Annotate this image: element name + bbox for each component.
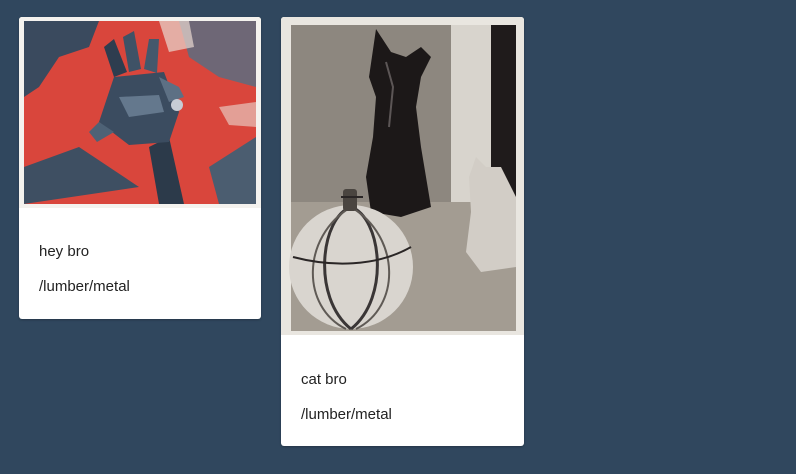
black-cat-illustration bbox=[281, 17, 524, 335]
card-title: hey bro bbox=[39, 243, 90, 260]
zombie-hand-illustration bbox=[19, 17, 261, 208]
card-image-zombie-hand[interactable] bbox=[19, 17, 261, 208]
card-path: /lumber/metal bbox=[39, 278, 130, 295]
card-title: cat bro bbox=[301, 371, 347, 388]
card-image-black-cat[interactable] bbox=[281, 17, 524, 335]
gallery-card[interactable]: cat bro /lumber/metal bbox=[281, 17, 524, 446]
gallery-card[interactable]: hey bro /lumber/metal bbox=[19, 17, 261, 319]
card-path: /lumber/metal bbox=[301, 406, 392, 423]
